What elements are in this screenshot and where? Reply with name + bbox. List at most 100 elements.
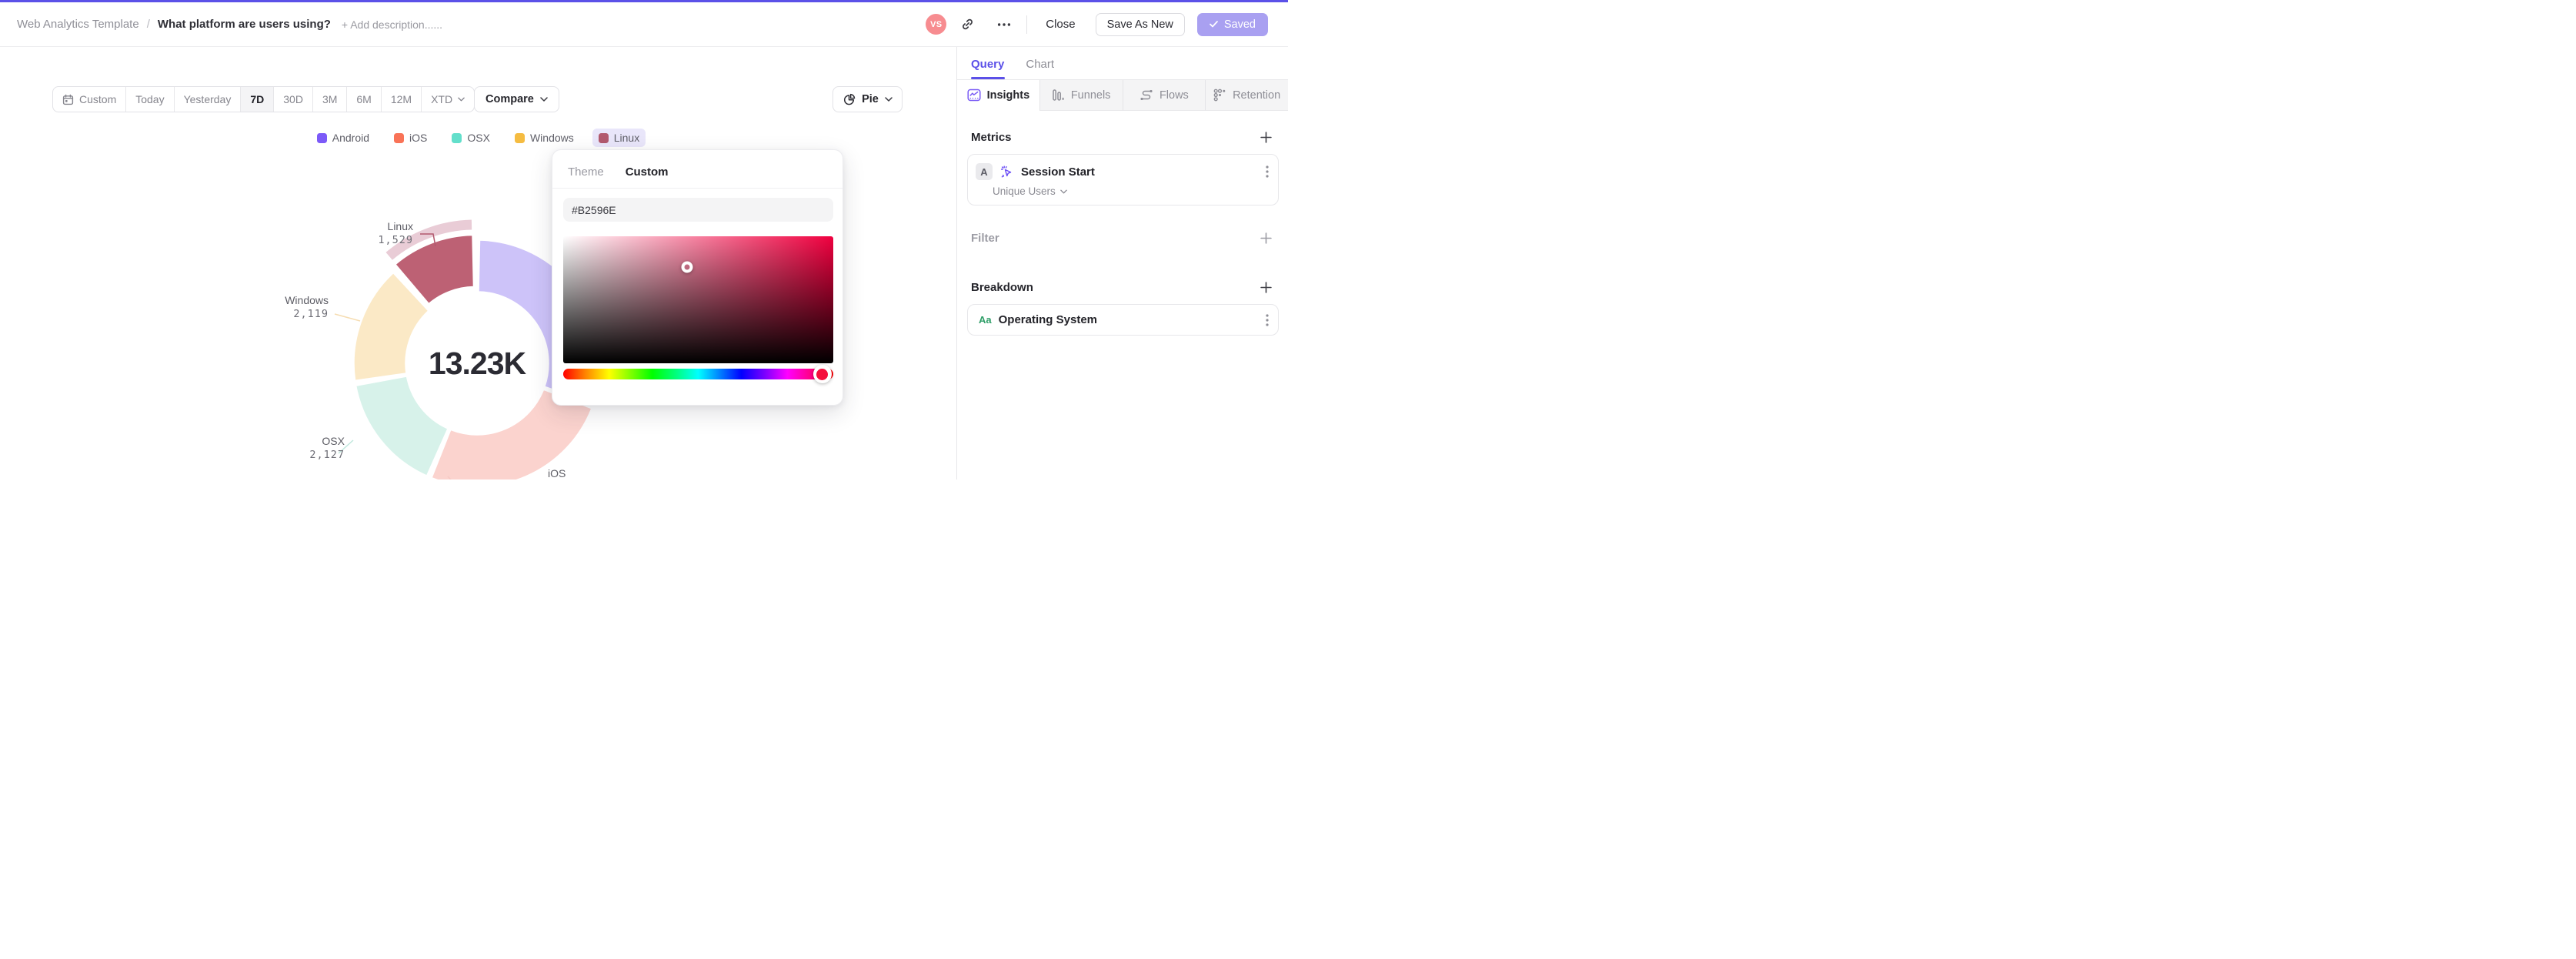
insight-type-tabs: Insights Funnels Flows Retention	[957, 79, 1288, 111]
hex-color-input[interactable]	[563, 198, 833, 222]
add-metric-button[interactable]	[1256, 128, 1275, 146]
date-range-6m[interactable]: 6M	[347, 87, 382, 112]
picker-divider	[552, 188, 843, 189]
share-link-button[interactable]	[954, 12, 980, 38]
slice-label-name: Windows	[285, 294, 329, 306]
legend-swatch	[394, 132, 405, 143]
insight-tab-flows[interactable]: Flows	[1122, 80, 1206, 111]
legend-swatch	[316, 132, 327, 143]
date-range-label: Today	[135, 93, 165, 105]
add-filter-button[interactable]	[1256, 229, 1275, 247]
legend-item-linux[interactable]: Linux	[592, 129, 646, 147]
saturation-area[interactable]	[563, 236, 833, 363]
legend-item-osx[interactable]: OSX	[445, 129, 496, 147]
saved-button[interactable]: Saved	[1196, 12, 1268, 36]
date-range-label: 3M	[322, 93, 338, 105]
legend-item-android[interactable]: Android	[311, 129, 375, 147]
close-button[interactable]: Close	[1036, 13, 1084, 35]
date-range-30d[interactable]: 30D	[274, 87, 313, 112]
date-range-yesterday[interactable]: Yesterday	[175, 87, 242, 112]
plus-icon	[1260, 281, 1272, 293]
insight-tab-label: Flows	[1159, 89, 1189, 102]
filter-heading: Filter	[971, 231, 999, 245]
color-picker-popover: Theme Custom	[552, 149, 843, 406]
slice-label-name: iOS	[548, 467, 566, 480]
date-range-label: 6M	[356, 93, 372, 105]
active-tab-underline	[971, 77, 1005, 79]
date-range-today[interactable]: Today	[126, 87, 175, 112]
legend-label: OSX	[467, 132, 490, 144]
avatar[interactable]: VS	[926, 14, 947, 35]
insight-tab-label: Insights	[986, 89, 1030, 102]
breakdown-menu-button[interactable]	[1266, 313, 1269, 326]
insight-tab-retention[interactable]: Retention	[1205, 80, 1288, 111]
tab-custom[interactable]: Custom	[626, 165, 669, 179]
donut-slice-osx[interactable]	[355, 376, 449, 477]
breakdown-card[interactable]: Aa Operating System	[967, 304, 1279, 336]
chart-type-label: Pie	[862, 93, 879, 105]
compare-button[interactable]: Compare	[474, 86, 559, 112]
legend-swatch	[514, 132, 525, 143]
sidebar-tabs: Query Chart	[957, 47, 1288, 79]
date-range-3m[interactable]: 3M	[313, 87, 348, 112]
more-options-button[interactable]	[991, 12, 1017, 38]
property-type-badge: Aa	[979, 314, 992, 326]
breadcrumb: Web Analytics Template / What platform a…	[0, 18, 442, 31]
metric-menu-button[interactable]	[1266, 165, 1269, 178]
save-as-new-button[interactable]: Save As New	[1095, 12, 1185, 36]
legend-swatch	[452, 132, 462, 143]
breakdown-section-header: Breakdown	[957, 278, 1288, 296]
slice-label-value: 1,529	[378, 234, 413, 246]
tab-query[interactable]: Query	[971, 58, 1004, 79]
chart-controls: Custom Today Yesterday 7D 30D 3M 6M 12M XTD Comp…	[0, 86, 956, 112]
tab-chart[interactable]: Chart	[1026, 58, 1054, 79]
date-range-label: 30D	[283, 93, 303, 105]
add-breakdown-button[interactable]	[1256, 278, 1275, 296]
ellipsis-icon	[998, 22, 1011, 26]
insight-tab-funnels[interactable]: Funnels	[1039, 80, 1123, 111]
date-range-custom[interactable]: Custom	[53, 87, 127, 112]
breakdown-label: Operating System	[998, 313, 1097, 326]
kebab-icon	[1266, 313, 1269, 326]
add-description-button[interactable]: + Add description......	[342, 18, 442, 31]
chart-legend: Android iOS OSX Windows Linux	[0, 129, 956, 147]
retention-icon	[1213, 89, 1226, 102]
hue-slider-thumb[interactable]	[813, 365, 832, 383]
legend-swatch	[598, 132, 609, 143]
metrics-heading: Metrics	[971, 130, 1012, 144]
funnels-icon	[1053, 89, 1064, 101]
page-title[interactable]: What platform are users using?	[158, 18, 331, 31]
kebab-icon	[1266, 165, 1269, 178]
date-range-12m[interactable]: 12M	[382, 87, 422, 112]
legend-label: iOS	[409, 132, 428, 144]
breadcrumb-root-link[interactable]: Web Analytics Template	[17, 18, 139, 31]
link-icon	[962, 18, 973, 30]
label-connector-windows	[334, 313, 361, 322]
metric-label: Session Start	[1021, 165, 1095, 179]
date-range-label: Custom	[79, 93, 117, 105]
date-range-label: XTD	[431, 93, 453, 105]
chart-type-button[interactable]: Pie	[833, 86, 903, 112]
legend-label: Linux	[613, 132, 640, 144]
series-badge: A	[976, 163, 993, 180]
hue-slider[interactable]	[563, 365, 833, 383]
legend-item-windows[interactable]: Windows	[509, 129, 580, 147]
metric-aggregation-dropdown[interactable]: Unique Users	[993, 185, 1067, 197]
window-accent-bar	[0, 0, 1288, 2]
metrics-section-header: Metrics	[957, 128, 1288, 146]
insight-tab-insights[interactable]: Insights	[957, 80, 1039, 111]
legend-item-ios[interactable]: iOS	[388, 129, 433, 147]
calendar-icon	[62, 94, 74, 105]
flows-icon	[1140, 90, 1153, 100]
insight-tab-label: Retention	[1233, 89, 1281, 102]
saturation-picker-ring[interactable]	[681, 261, 693, 273]
date-range-7d[interactable]: 7D	[241, 87, 275, 112]
slice-label-ios: iOS3,402	[548, 466, 617, 480]
metric-card[interactable]: A Session Start Unique Users	[967, 154, 1279, 206]
breakdown-heading: Breakdown	[971, 280, 1033, 294]
date-range-xtd[interactable]: XTD	[422, 87, 474, 112]
compare-label: Compare	[486, 93, 534, 105]
tab-theme[interactable]: Theme	[568, 165, 604, 179]
slice-label-osx: OSX 2,127	[283, 434, 345, 462]
color-picker-tabs: Theme Custom	[552, 150, 843, 188]
